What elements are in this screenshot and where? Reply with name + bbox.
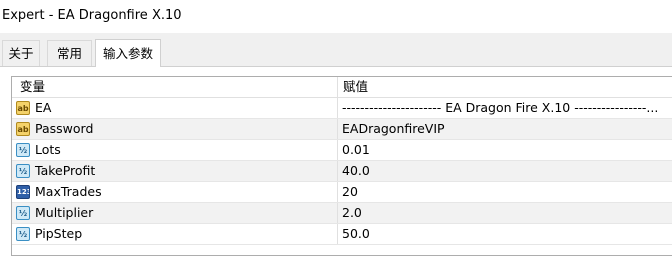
parameter-name: Password xyxy=(35,121,94,136)
parameter-value[interactable]: 20 xyxy=(342,182,358,202)
parameter-row[interactable]: ½ PipStep 50.0 xyxy=(12,224,672,245)
parameter-name: Multiplier xyxy=(35,205,94,220)
parameter-name-cell: ab Password xyxy=(12,119,338,139)
tab-inputs-label: 输入参数 xyxy=(102,46,153,61)
tab-about-label: 关于 xyxy=(8,46,34,61)
tab-common[interactable]: 常用 xyxy=(47,40,92,66)
parameter-row[interactable]: ab Password EADragonfireVIP xyxy=(12,119,672,140)
parameter-value[interactable]: EADragonfireVIP xyxy=(342,119,445,139)
tab-common-label: 常用 xyxy=(56,46,82,61)
parameter-name-cell: 123 MaxTrades xyxy=(12,182,338,202)
parameter-row[interactable]: ½ Lots 0.01 xyxy=(12,140,672,161)
parameter-name-cell: ½ PipStep xyxy=(12,224,338,244)
parameter-row[interactable]: ab EA ---------------------- EA Dragon Fir… xyxy=(12,98,672,119)
parameter-name-cell: ½ Multiplier xyxy=(12,203,338,223)
parameter-name: EA xyxy=(35,100,52,115)
string-icon: ab xyxy=(16,122,30,136)
parameter-value[interactable]: 2.0 xyxy=(342,203,362,223)
double-icon: ½ xyxy=(16,227,30,241)
parameter-name: MaxTrades xyxy=(35,184,102,199)
tab-about[interactable]: 关于 xyxy=(2,40,40,66)
grid-header: 变量 赋值 xyxy=(12,77,672,98)
parameter-value[interactable]: ---------------------- EA Dragon Fire X.… xyxy=(342,98,658,118)
string-icon: ab xyxy=(16,101,30,115)
parameter-value[interactable]: 50.0 xyxy=(342,224,370,244)
double-icon: ½ xyxy=(16,164,30,178)
tab-strip: 关于 常用 输入参数 xyxy=(0,39,672,67)
parameter-name-cell: ab EA xyxy=(12,98,338,118)
parameter-row[interactable]: ½ TakeProfit 40.0 xyxy=(12,161,672,182)
column-header-variable[interactable]: 变量 xyxy=(12,77,338,97)
parameter-row[interactable]: 123 MaxTrades 20 xyxy=(12,182,672,203)
parameter-value[interactable]: 0.01 xyxy=(342,140,370,160)
double-icon: ½ xyxy=(16,143,30,157)
double-icon: ½ xyxy=(16,206,30,220)
inputs-panel: 变量 赋值 ab EA ---------------------- EA Drag… xyxy=(0,66,672,259)
column-header-variable-label: 变量 xyxy=(20,79,46,94)
parameter-name: TakeProfit xyxy=(35,163,96,178)
parameter-row[interactable]: ½ Multiplier 2.0 xyxy=(12,203,672,224)
column-header-value[interactable]: 赋值 xyxy=(343,77,368,97)
window-title: Expert - EA Dragonfire X.10 xyxy=(2,8,182,23)
parameter-name-cell: ½ Lots xyxy=(12,140,338,160)
parameters-grid: 变量 赋值 ab EA ---------------------- EA Drag… xyxy=(11,76,672,256)
parameter-value[interactable]: 40.0 xyxy=(342,161,370,181)
parameter-name-cell: ½ TakeProfit xyxy=(12,161,338,181)
parameter-name: Lots xyxy=(35,142,61,157)
window-title-bar: Expert - EA Dragonfire X.10 xyxy=(0,0,672,33)
tab-inputs[interactable]: 输入参数 xyxy=(95,39,161,67)
integer-icon: 123 xyxy=(16,185,30,199)
parameter-name: PipStep xyxy=(35,226,83,241)
